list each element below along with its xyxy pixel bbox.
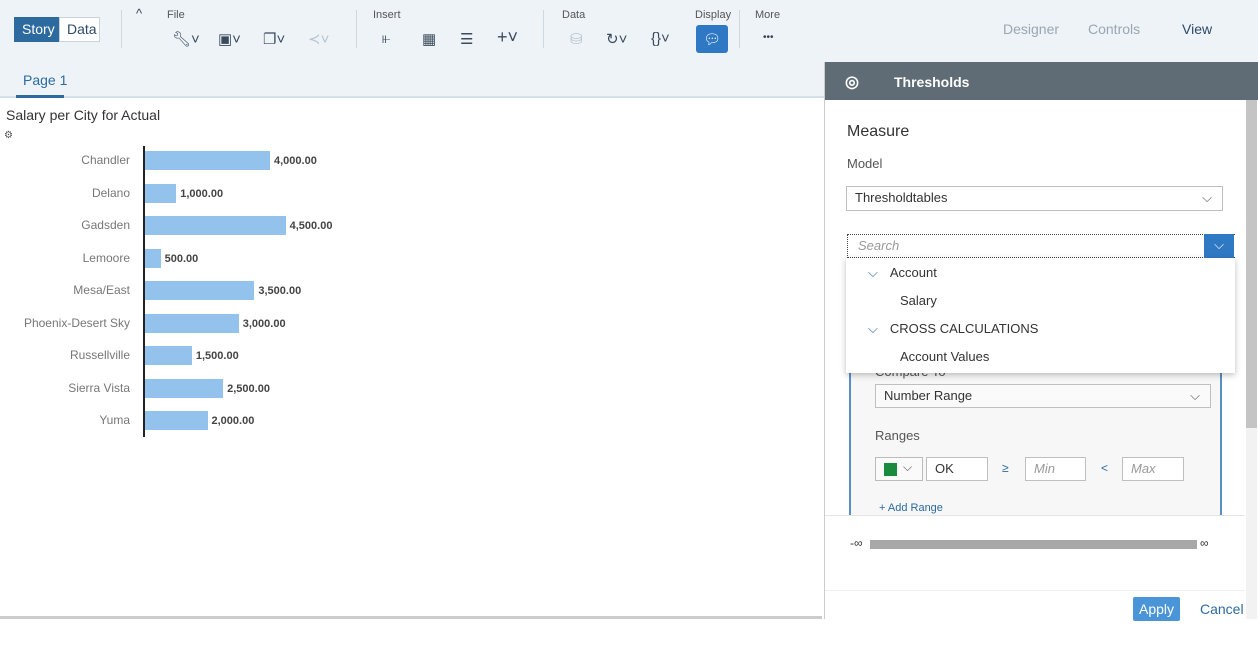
category-label: Gadsden [81, 218, 130, 232]
min-input[interactable]: Min [1025, 457, 1086, 481]
bar[interactable] [145, 248, 161, 268]
data-group-label: Data [562, 9, 586, 21]
category-label: Yuma [99, 413, 130, 427]
range-bar [870, 540, 1197, 549]
chevron-down-icon: ⌵ [868, 265, 878, 280]
ranges-label: Ranges [875, 428, 920, 443]
panel-header: ◎ Thresholds [825, 62, 1258, 100]
page-tab-1[interactable]: Page 1 [23, 72, 67, 88]
view-tab[interactable]: View [1182, 21, 1212, 37]
chart-icon[interactable]: ⫦ [382, 30, 390, 47]
database-icon[interactable]: ⛁ [570, 30, 583, 48]
data-label: 3,500.00 [258, 285, 302, 297]
controls-tab[interactable]: Controls [1088, 21, 1140, 37]
measure-heading: Measure [847, 123, 910, 140]
data-label: 1,500.00 [195, 350, 239, 362]
thresholds-panel: ◎ Thresholds Measure Model Thresholdtabl… [824, 62, 1258, 652]
max-input[interactable]: Max [1122, 457, 1184, 481]
dropdown-group[interactable]: ⌵ CROSS CALCULATIONS [868, 321, 1038, 337]
more-icon[interactable]: ••• [763, 32, 774, 43]
gte-symbol: ≥ [1002, 461, 1009, 475]
more-group-label: More [755, 9, 781, 21]
data-label: 1,000.00 [180, 187, 224, 200]
data-toggle[interactable]: Data [59, 17, 100, 42]
data-label: 2,000.00 [211, 415, 255, 427]
formula-icon[interactable]: {}˅ [651, 30, 670, 47]
category-label: Lemoore [82, 250, 130, 265]
bar[interactable] [145, 313, 239, 333]
measure-search-input[interactable]: Search [847, 234, 1235, 258]
category-label: Mesa/East [73, 283, 130, 297]
tools-icon[interactable]: 🔧︎˅ [172, 30, 200, 48]
pos-infinity: ∞ [1200, 536, 1209, 550]
data-label: 500.00 [164, 252, 199, 265]
panel-title: Thresholds [894, 74, 970, 90]
target-icon: ◎ [845, 74, 859, 91]
category-label: Sierra Vista [68, 380, 130, 395]
dropdown-option[interactable]: Account Values [900, 349, 989, 364]
bar[interactable] [145, 378, 224, 398]
bar[interactable] [145, 151, 270, 170]
table-icon[interactable]: ▦ [422, 30, 436, 48]
data-label: 3,000.00 [242, 317, 286, 330]
range-color-picker[interactable]: ⌵ [875, 457, 923, 481]
collapse-icon[interactable]: ^ [136, 6, 142, 21]
refresh-icon[interactable]: ↻˅ [606, 30, 627, 48]
range-name-input[interactable]: OK [926, 457, 988, 481]
data-label: 2,500.00 [227, 382, 270, 395]
bar[interactable] [145, 216, 286, 235]
search-dropdown-button[interactable]: ⌵ [1204, 234, 1234, 258]
data-label: 4,000.00 [274, 155, 317, 167]
settings-icon[interactable]: ⚙ [4, 130, 13, 141]
insert-group-label: Insert [373, 9, 401, 21]
category-label: Delano [91, 185, 130, 200]
apply-button[interactable]: Apply [1133, 597, 1180, 621]
display-group-label: Display [695, 9, 732, 21]
page-tabs: Page 1 [0, 62, 824, 98]
model-label: Model [847, 156, 883, 171]
data-label: 4,500.00 [289, 220, 333, 232]
bar[interactable] [145, 346, 192, 365]
category-label: Phoenix-Desert Sky [23, 315, 130, 330]
dropdown-option[interactable]: Salary [900, 293, 937, 308]
toolbar: Story Data ^ File 🔧︎˅ ▣˅ ❐˅ ≺˅ Insert ⫦ … [0, 0, 1258, 62]
story-toggle[interactable]: Story [14, 17, 63, 42]
file-group-label: File [167, 9, 185, 21]
bar[interactable] [145, 183, 177, 203]
measure-dropdown: ⌵ Account Salary ⌵ CROSS CALCULATIONS Account… [846, 258, 1235, 373]
scrollbar[interactable] [1246, 100, 1257, 619]
bar[interactable] [145, 411, 208, 430]
category-label: Russellville [69, 348, 130, 362]
add-icon[interactable]: +˅ [497, 27, 518, 48]
category-label: Chandler [81, 153, 130, 167]
comment-icon[interactable]: 💬︎ [696, 25, 728, 53]
neg-infinity: -∞ [850, 536, 863, 550]
dropdown-group[interactable]: ⌵ Account [868, 265, 937, 281]
model-select[interactable]: Thresholdtables ⌵ [846, 186, 1223, 211]
chart-title: Salary per City for Actual [6, 107, 161, 123]
designer-tab[interactable]: Designer [1003, 21, 1059, 37]
share-icon[interactable]: ≺˅ [308, 30, 329, 48]
add-range-button[interactable]: + Add Range [879, 502, 943, 514]
bar[interactable] [145, 281, 255, 300]
filter-controls-icon[interactable]: ☰ [460, 30, 473, 48]
cancel-button[interactable]: Cancel [1200, 601, 1244, 617]
chevron-down-icon: ⌵ [868, 321, 878, 336]
save-icon[interactable]: ▣˅ [218, 30, 241, 48]
threshold-definition: Compare To Number Range⌵ Ranges ⌵ OK ≥ M… [849, 360, 1222, 515]
copy-icon[interactable]: ❐˅ [263, 30, 285, 48]
compare-to-select[interactable]: Number Range ⌵ [875, 384, 1211, 408]
range-preview: -∞ ∞ [825, 515, 1245, 652]
lt-symbol: < [1101, 461, 1109, 475]
